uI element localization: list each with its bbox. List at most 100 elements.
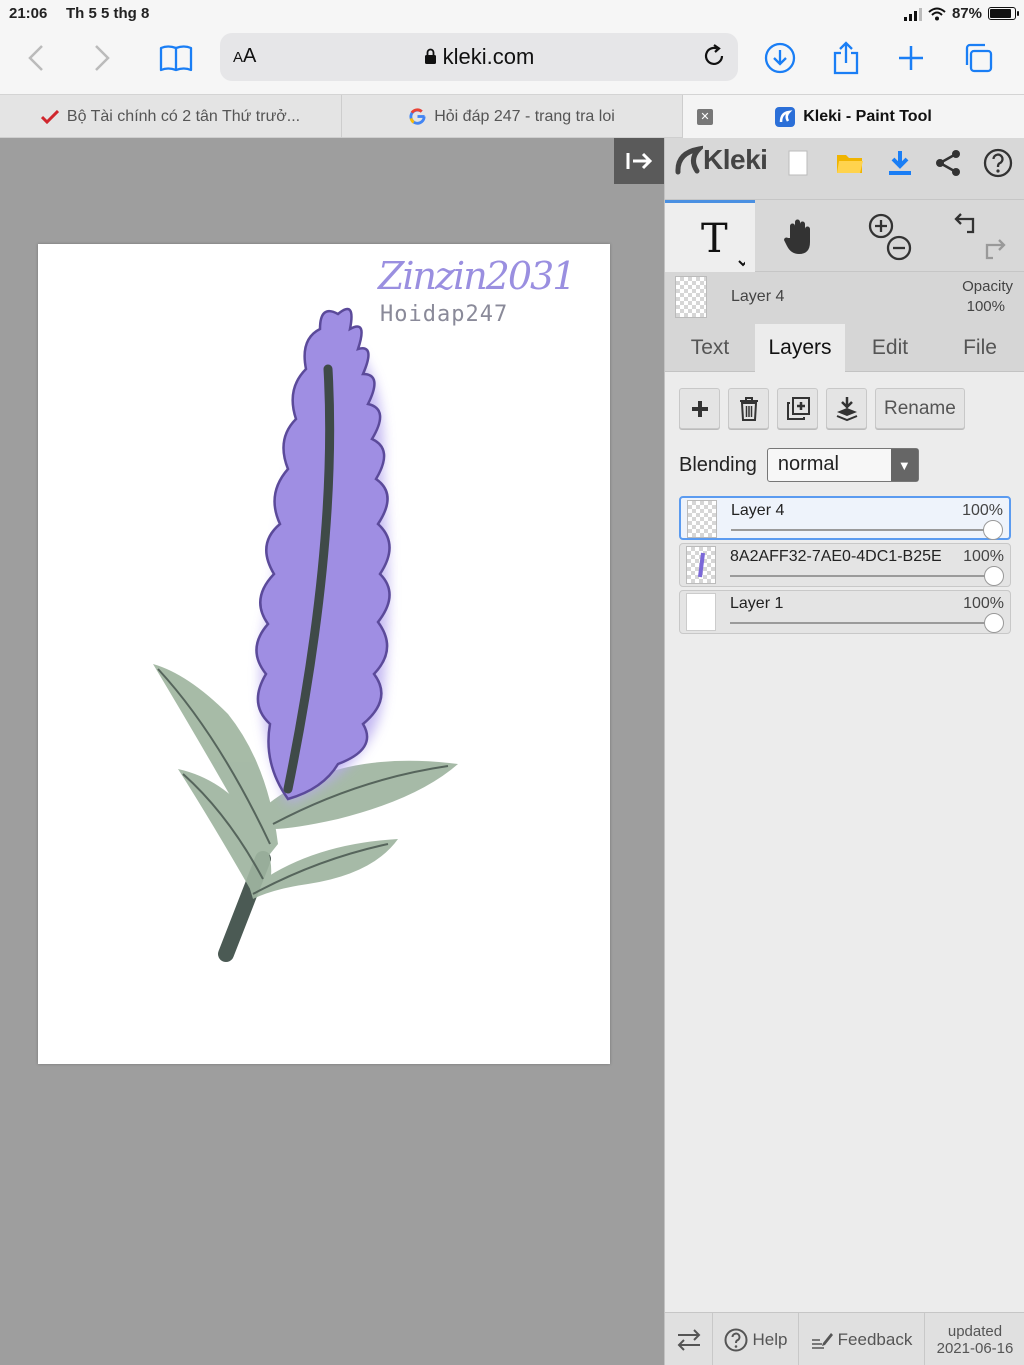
- help-button[interactable]: [981, 146, 1015, 180]
- panel-tabs: Text Layers Edit File: [665, 324, 1024, 372]
- opacity-slider-track[interactable]: [730, 622, 996, 624]
- layer-name: 8A2AFF32-7AE0-4DC1-B25E: [730, 548, 942, 565]
- blank-page-icon: [788, 150, 808, 176]
- book-icon: [159, 45, 193, 72]
- tab-layers[interactable]: Layers: [755, 324, 845, 372]
- share-image-button[interactable]: [931, 146, 965, 180]
- kleki-side-panel: Kleki T Layer 4 Opacity 100% Text Layers…: [664, 138, 1024, 1365]
- layer-row-layer-1[interactable]: Layer 1 100%: [679, 590, 1011, 634]
- question-circle-icon: [724, 1328, 748, 1351]
- status-time: 21:06: [9, 5, 48, 22]
- tab-text[interactable]: Text: [665, 324, 755, 372]
- dropdown-arrow-icon: ▼: [890, 449, 918, 481]
- download-circle-icon: [764, 42, 796, 74]
- close-tab-icon[interactable]: ✕: [697, 109, 713, 125]
- layer-thumbnail: [686, 593, 716, 631]
- tab-bo-tai-chinh[interactable]: Bộ Tài chính có 2 tân Thứ trưở...: [0, 95, 342, 138]
- opacity-slider-track[interactable]: [731, 529, 995, 531]
- layer-preview-opacity-value: 100%: [966, 298, 1005, 315]
- address-bar[interactable]: AA kleki.com: [220, 33, 738, 81]
- blending-select[interactable]: normal ▼: [766, 448, 919, 482]
- duplicate-icon: [786, 396, 810, 420]
- toggle-panel-button[interactable]: [614, 138, 664, 184]
- tabs-icon: [965, 43, 993, 73]
- tab-overview-button[interactable]: [958, 38, 998, 78]
- undo-redo-button[interactable]: [935, 200, 1024, 272]
- text-tool-button[interactable]: T: [665, 200, 755, 272]
- status-bar: 21:06 Th 5 5 thg 8 87%: [0, 0, 1024, 28]
- zoom-tool-button[interactable]: [845, 200, 935, 272]
- share-icon: [833, 41, 859, 75]
- layer-name: Layer 1: [730, 595, 784, 612]
- status-indicators: 87%: [903, 5, 1019, 22]
- layers-tab-content: Rename Blending normal ▼ Layer 4 100% 8A…: [665, 372, 1024, 1312]
- browser-toolbar: AA kleki.com: [0, 28, 1024, 94]
- hand-tool-button[interactable]: [755, 200, 845, 272]
- folder-icon: [837, 155, 863, 173]
- rename-layer-button[interactable]: Rename: [875, 388, 965, 429]
- pen-feedback-icon: [811, 1332, 833, 1349]
- lavender-drawing: [153, 307, 458, 962]
- download-icon: [889, 151, 911, 175]
- current-layer-preview[interactable]: Layer 4 Opacity 100%: [665, 272, 1024, 324]
- duplicate-layer-button[interactable]: [777, 388, 818, 429]
- add-layer-button[interactable]: [679, 388, 720, 429]
- kleki-logo: Kleki: [675, 144, 768, 176]
- updated-info: updated 2021-06-16: [936, 1322, 1014, 1357]
- forward-button[interactable]: [82, 38, 122, 78]
- swap-side-button[interactable]: [665, 1313, 713, 1365]
- plus-icon: [691, 400, 708, 417]
- delete-layer-button[interactable]: [728, 388, 769, 429]
- tab-file[interactable]: File: [935, 324, 1024, 372]
- chevron-right-icon: [95, 45, 110, 71]
- drawing-canvas[interactable]: Zinzin2031 Hoidap247: [38, 244, 610, 1064]
- browser-tabs: Bộ Tài chính có 2 tân Thứ trưở... Hỏi đá…: [0, 94, 1024, 138]
- battery-percent: 87%: [951, 5, 982, 22]
- swap-arrows-icon: [677, 1328, 700, 1351]
- collapse-panel-icon: [626, 152, 653, 170]
- undo-redo-icon: [954, 213, 1006, 260]
- kleki-favicon-icon: [775, 106, 796, 127]
- back-button[interactable]: [16, 38, 56, 78]
- panel-footer: Help Feedback updated 2021-06-16: [665, 1312, 1024, 1365]
- layer-preview-thumbnail: [675, 276, 707, 318]
- google-favicon-icon: [409, 108, 426, 125]
- tab-kleki[interactable]: ✕ Kleki - Paint Tool: [683, 95, 1024, 138]
- share-button[interactable]: [826, 38, 866, 78]
- layer-row-layer-4[interactable]: Layer 4 100%: [679, 496, 1011, 540]
- save-image-button[interactable]: [883, 146, 917, 180]
- layer-preview-opacity-label: Opacity: [962, 278, 1013, 295]
- merge-layer-button[interactable]: [826, 388, 867, 429]
- trash-icon: [739, 396, 758, 421]
- canvas-workspace[interactable]: Zinzin2031 Hoidap247: [0, 138, 664, 1365]
- downloads-button[interactable]: [760, 38, 800, 78]
- svg-text:T: T: [701, 216, 728, 262]
- opacity-slider-track[interactable]: [730, 575, 996, 577]
- layer-actions: Rename: [679, 388, 965, 429]
- text-tool-icon: T: [701, 216, 745, 266]
- new-image-button[interactable]: [781, 146, 815, 180]
- blending-label: Blending: [679, 453, 757, 476]
- url-display[interactable]: kleki.com: [220, 44, 738, 70]
- reload-icon[interactable]: [700, 42, 728, 70]
- layer-row-flower[interactable]: 8A2AFF32-7AE0-4DC1-B25E 100%: [679, 543, 1011, 587]
- tab-hoi-dap-247[interactable]: Hỏi đáp 247 - trang tra loi: [342, 95, 683, 138]
- opacity-slider-handle[interactable]: [983, 520, 1003, 540]
- opacity-slider-handle[interactable]: [984, 566, 1004, 586]
- bookmarks-button[interactable]: [156, 38, 196, 78]
- zoom-in-out-icon: [868, 213, 912, 261]
- cellular-signal-icon: [903, 7, 922, 21]
- open-image-button[interactable]: [833, 146, 867, 180]
- question-circle-icon: [983, 148, 1013, 178]
- watermark-signature: Zinzin2031: [378, 254, 576, 298]
- share-nodes-icon: [936, 150, 960, 176]
- new-tab-button[interactable]: [891, 38, 931, 78]
- battery-icon: [988, 7, 1019, 20]
- layer-thumbnail: [687, 500, 717, 538]
- chevron-left-icon: [28, 45, 43, 71]
- plus-icon: [899, 46, 923, 70]
- feedback-button[interactable]: Feedback: [799, 1313, 925, 1365]
- footer-help-button[interactable]: Help: [713, 1313, 799, 1365]
- opacity-slider-handle[interactable]: [984, 613, 1004, 633]
- tab-edit[interactable]: Edit: [845, 324, 935, 372]
